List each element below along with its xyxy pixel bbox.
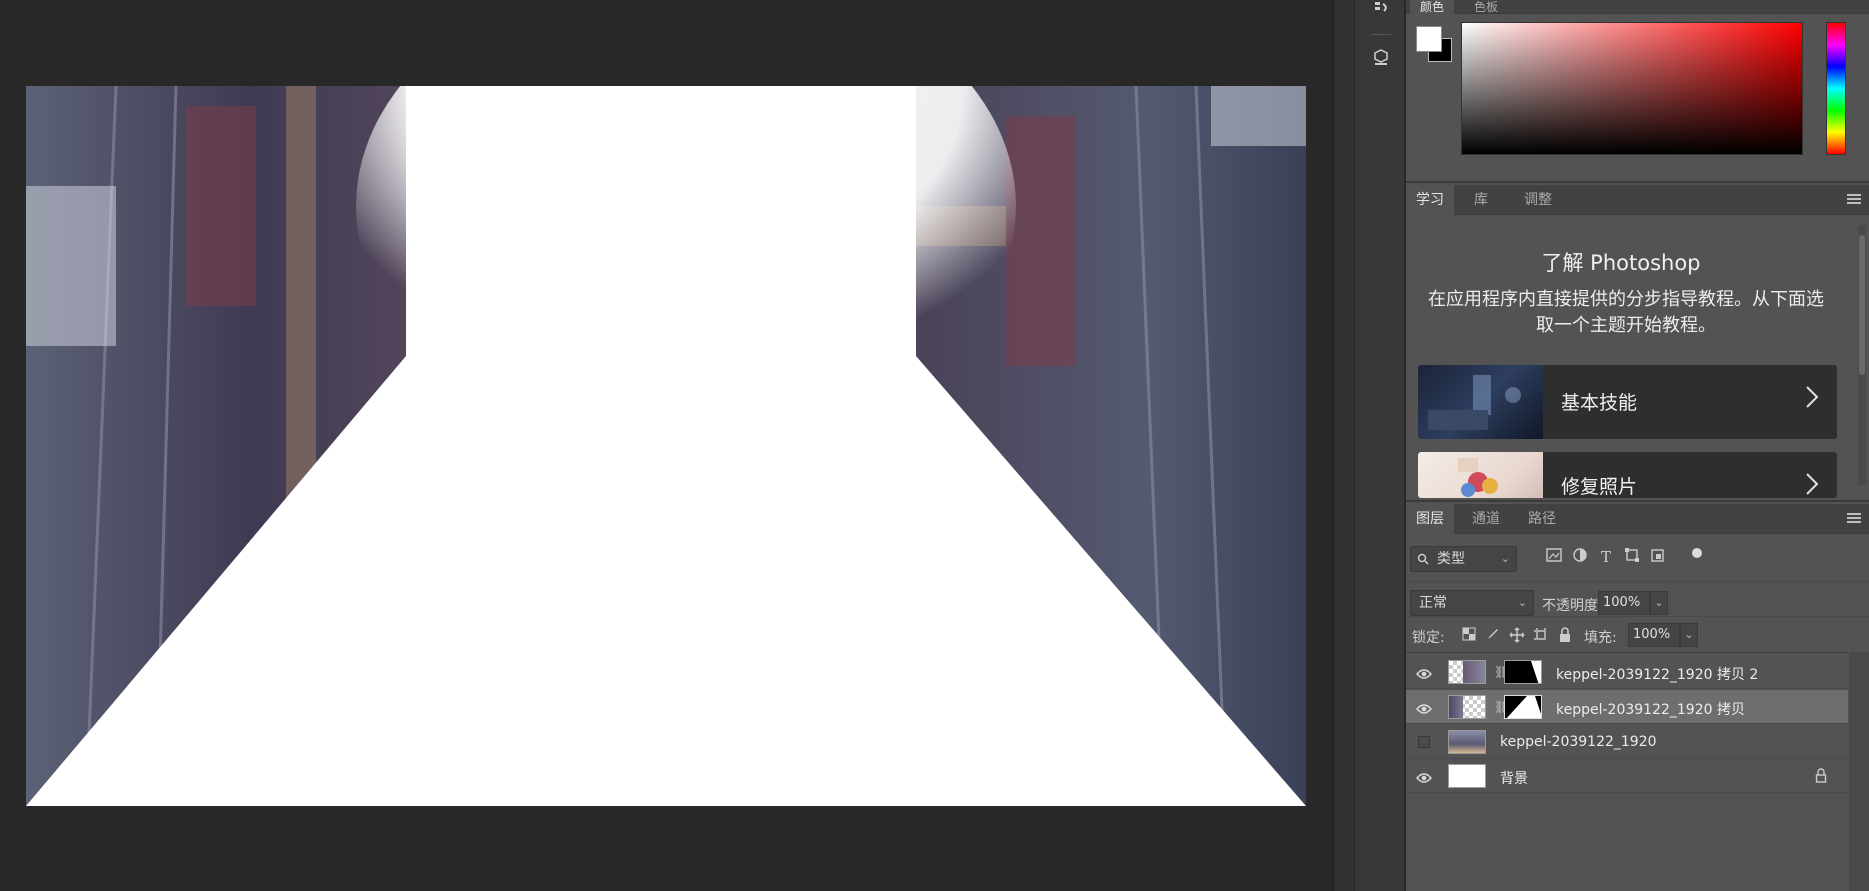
layer-name: keppel-2039122_1920 拷贝 xyxy=(1556,702,1745,718)
opacity-label: 不透明度: xyxy=(1542,598,1603,614)
layer-thumbnail xyxy=(1448,660,1486,684)
hue-slider[interactable] xyxy=(1826,22,1846,155)
fill-label: 填充: xyxy=(1584,630,1617,646)
tutorial-card-basic-skills[interactable]: 基本技能 xyxy=(1418,365,1837,439)
smart-object-filter-icon[interactable] xyxy=(1648,547,1668,567)
filter-kind-value: 类型 xyxy=(1437,551,1465,567)
learn-panel: 学习 库 调整 了解 Photoshop 在应用程序内直接提供的分步指导教程。从… xyxy=(1406,185,1869,502)
lock-label: 锁定: xyxy=(1412,630,1445,646)
tab-layers[interactable]: 图层 xyxy=(1406,504,1454,534)
learn-description: 在应用程序内直接提供的分步指导教程。从下面选取一个主题开始教程。 xyxy=(1428,289,1824,336)
canvas-workspace[interactable] xyxy=(0,0,1333,891)
right-panel-dock: 颜色 色板 学习 库 调整 了解 Photoshop 在应用程序内直接提供的分步… xyxy=(1406,0,1869,891)
learn-title: 了解 Photoshop xyxy=(1541,251,1701,275)
layers-panel: 图层 通道 路径 类型 ⌄ T 正常 ⌄ 不透明度: 100% ⌄ 锁定: 填充… xyxy=(1406,504,1869,891)
side-tool-strip xyxy=(1354,0,1405,891)
learn-tab-bar: 学习 库 调整 xyxy=(1406,185,1869,215)
link-chain-icon[interactable]: ⛓ xyxy=(1494,664,1509,680)
layers-scrollbar[interactable] xyxy=(1849,652,1869,891)
filter-toggle-switch[interactable] xyxy=(1692,548,1702,558)
layer-name: keppel-2039122_1920 xyxy=(1500,734,1657,750)
tab-adjustments[interactable]: 调整 xyxy=(1514,185,1562,215)
layer-thumbnail xyxy=(1448,730,1486,754)
canvas-image xyxy=(26,86,1306,806)
type-layer-filter-icon[interactable]: T xyxy=(1596,547,1616,567)
document-canvas[interactable] xyxy=(26,86,1306,806)
scrollbar-thumb[interactable] xyxy=(1859,235,1865,375)
chevron-down-icon: ⌄ xyxy=(1500,552,1510,565)
tutorial-thumbnail xyxy=(1418,452,1543,498)
blend-mode-value: 正常 xyxy=(1419,595,1447,611)
tutorial-thumbnail xyxy=(1418,365,1543,439)
lock-artboard-icon[interactable] xyxy=(1532,627,1550,645)
blend-row: 正常 ⌄ 不透明度: 100% ⌄ xyxy=(1406,581,1869,616)
blend-mode-select[interactable]: 正常 ⌄ xyxy=(1410,590,1534,616)
tool-separator xyxy=(1371,34,1391,35)
tab-channels[interactable]: 通道 xyxy=(1462,504,1510,534)
layer-row[interactable]: keppel-2039122_1920 xyxy=(1406,725,1848,759)
learn-scrollbar[interactable] xyxy=(1858,225,1866,485)
color-tab-bar: 颜色 色板 xyxy=(1406,0,1869,14)
filter-kind-select[interactable]: 类型 ⌄ xyxy=(1410,546,1517,572)
chevron-down-icon: ⌄ xyxy=(1517,596,1527,609)
lock-all-icon[interactable] xyxy=(1556,627,1574,645)
layers-tab-bar: 图层 通道 路径 xyxy=(1406,504,1869,534)
eye-icon[interactable] xyxy=(1416,769,1432,783)
panel-menu-icon[interactable] xyxy=(1847,513,1861,525)
tab-paths[interactable]: 路径 xyxy=(1518,504,1566,534)
tutorial-card-photo-repair[interactable]: 修复照片 xyxy=(1418,452,1837,498)
adjustment-layer-filter-icon[interactable] xyxy=(1570,547,1590,567)
layer-row[interactable]: 背景 xyxy=(1406,759,1848,793)
lock-image-pixels-icon[interactable] xyxy=(1484,627,1502,645)
layer-mask-thumbnail[interactable] xyxy=(1504,660,1542,684)
3d-cube-icon[interactable] xyxy=(1370,46,1392,68)
pixel-layer-filter-icon[interactable] xyxy=(1544,547,1564,567)
fill-dropdown[interactable]: ⌄ xyxy=(1680,623,1698,647)
layer-thumbnail xyxy=(1448,695,1486,719)
lock-transparent-pixels-icon[interactable] xyxy=(1460,627,1478,645)
tab-color[interactable]: 颜色 xyxy=(1410,0,1455,14)
color-picker-field[interactable] xyxy=(1461,22,1803,155)
foreground-color-swatch[interactable] xyxy=(1416,26,1442,52)
history-icon[interactable] xyxy=(1370,0,1392,22)
shape-layer-filter-icon[interactable] xyxy=(1622,547,1642,567)
tab-swatches[interactable]: 色板 xyxy=(1464,0,1508,14)
photoshop-window: 颜色 色板 学习 库 调整 了解 Photoshop 在应用程序内直接提供的分步… xyxy=(0,0,1869,891)
tutorial-label: 基本技能 xyxy=(1561,392,1638,414)
layer-row[interactable]: ⛓ keppel-2039122_1920 拷贝 2 xyxy=(1406,655,1848,689)
link-chain-icon[interactable]: ⛓ xyxy=(1494,699,1509,715)
tab-libraries[interactable]: 库 xyxy=(1464,185,1498,215)
layer-list: ⛓ keppel-2039122_1920 拷贝 2 ⛓ keppel-2039… xyxy=(1406,652,1848,882)
layer-row-selected[interactable]: ⛓ keppel-2039122_1920 拷贝 xyxy=(1406,690,1848,724)
color-panel: 颜色 色板 xyxy=(1406,0,1869,183)
opacity-input[interactable]: 100% xyxy=(1598,591,1650,615)
layer-name: 背景 xyxy=(1500,771,1528,787)
tab-learn[interactable]: 学习 xyxy=(1406,185,1454,215)
opacity-dropdown[interactable]: ⌄ xyxy=(1650,591,1668,615)
lock-row: 锁定: 填充: 100% ⌄ xyxy=(1406,616,1869,650)
search-icon xyxy=(1417,547,1429,573)
lock-icon[interactable] xyxy=(1814,768,1828,784)
chevron-right-icon xyxy=(1805,385,1819,415)
fill-input[interactable]: 100% xyxy=(1628,623,1680,647)
layer-name: keppel-2039122_1920 拷贝 2 xyxy=(1556,667,1759,683)
layer-thumbnail xyxy=(1448,764,1486,788)
chevron-right-icon xyxy=(1805,472,1819,498)
visibility-toggle-off[interactable] xyxy=(1418,736,1430,748)
lock-position-icon[interactable] xyxy=(1508,627,1526,645)
panel-menu-icon[interactable] xyxy=(1847,194,1861,206)
panel-collapse-strip xyxy=(1333,0,1354,891)
eye-icon[interactable] xyxy=(1416,665,1432,679)
tutorial-label: 修复照片 xyxy=(1561,476,1638,498)
eye-icon[interactable] xyxy=(1416,700,1432,714)
layer-mask-thumbnail[interactable] xyxy=(1504,695,1542,719)
